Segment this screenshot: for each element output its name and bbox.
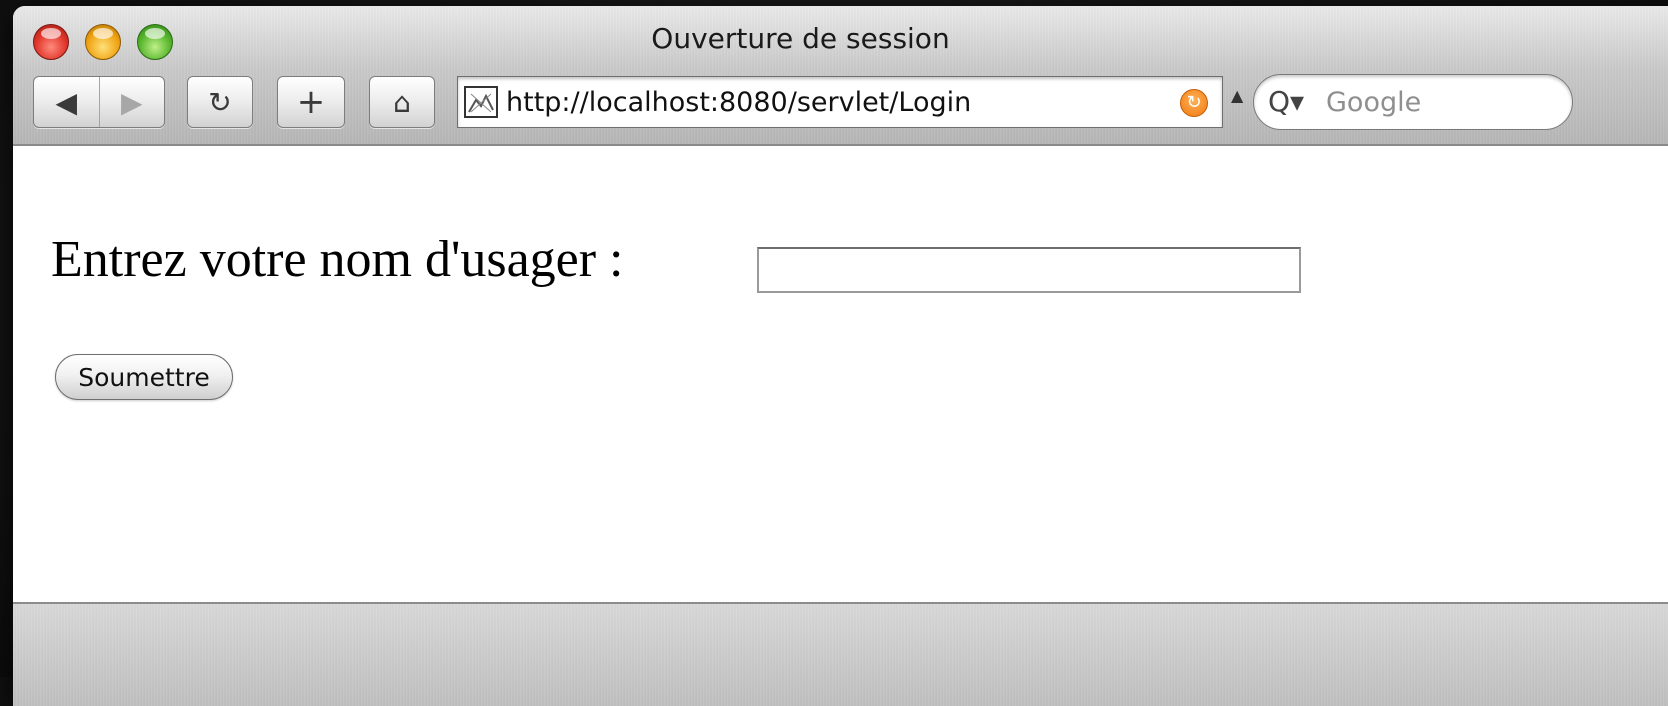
site-favicon-icon	[464, 86, 498, 118]
search-placeholder: Google	[1326, 87, 1422, 118]
browser-toolbar: Ouverture de session ◀ ▶ ↻ + ⌂ http://lo…	[13, 6, 1668, 146]
home-icon: ⌂	[393, 85, 411, 119]
rss-icon[interactable]: ↻	[1180, 89, 1208, 117]
add-bookmark-button[interactable]: +	[277, 76, 345, 128]
back-forward-buttons: ◀ ▶	[33, 76, 165, 128]
back-arrow-icon: ◀	[55, 85, 78, 119]
status-bar	[13, 602, 1668, 706]
chevron-up-icon[interactable]: ▲	[1231, 86, 1243, 105]
browser-window: Ouverture de session ◀ ▶ ↻ + ⌂ http://lo…	[13, 6, 1668, 706]
reload-icon: ↻	[208, 85, 232, 119]
address-bar[interactable]: http://localhost:8080/servlet/Login ↻	[457, 76, 1223, 128]
forward-button[interactable]: ▶	[98, 77, 165, 127]
url-text: http://localhost:8080/servlet/Login	[506, 87, 972, 118]
back-button[interactable]: ◀	[34, 77, 99, 127]
plus-icon: +	[296, 82, 326, 122]
page-content: Entrez votre nom d'usager : Soumettre	[13, 146, 1668, 602]
username-input[interactable]	[757, 247, 1301, 293]
window-title: Ouverture de session	[651, 22, 950, 55]
search-input[interactable]: Q▾ Google	[1253, 74, 1573, 130]
submit-button[interactable]: Soumettre	[55, 354, 233, 400]
home-button[interactable]: ⌂	[369, 76, 435, 128]
search-icon[interactable]: Q▾	[1268, 85, 1304, 118]
forward-arrow-icon: ▶	[120, 85, 143, 119]
username-prompt-label: Entrez votre nom d'usager :	[51, 231, 624, 288]
reload-button[interactable]: ↻	[187, 76, 253, 128]
